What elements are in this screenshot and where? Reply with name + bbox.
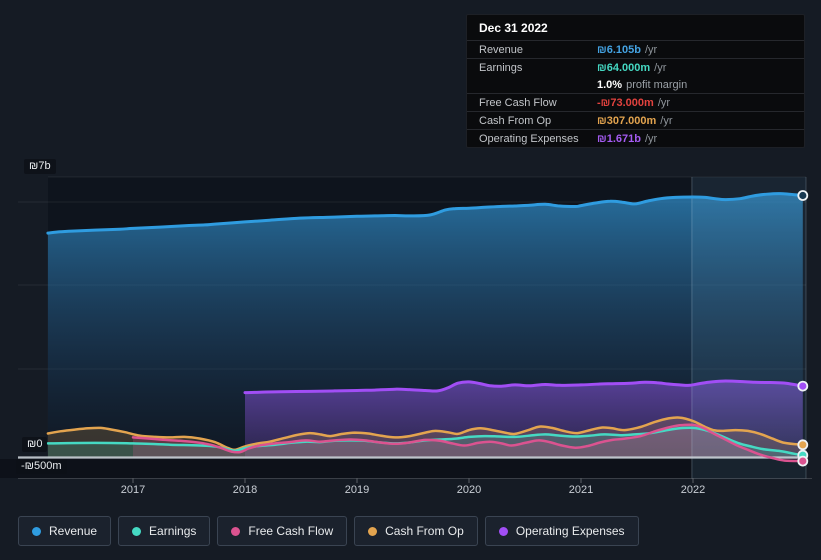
x-axis-label-2018: 2018 xyxy=(232,484,258,496)
free-cash-flow-end-marker xyxy=(797,455,809,467)
x-axis-label-2020: 2020 xyxy=(456,484,482,496)
tooltip-date: Dec 31 2022 xyxy=(467,15,804,41)
legend-item-operating-expenses[interactable]: Operating Expenses xyxy=(484,516,639,546)
selected-period-band xyxy=(691,177,806,479)
legend-label: Free Cash Flow xyxy=(248,524,334,538)
operating-expenses-end-marker xyxy=(797,380,809,392)
legend-label: Revenue xyxy=(49,524,98,538)
cash-from-op-end-marker xyxy=(797,439,809,451)
tooltip-label-revenue: Revenue xyxy=(479,43,524,56)
tooltip-value-cash-from-op: ₪307.000m xyxy=(597,114,657,127)
x-axis-label-2021: 2021 xyxy=(568,484,594,496)
legend-item-cash-from-op[interactable]: Cash From Op xyxy=(354,516,478,546)
tooltip-value-revenue: ₪6.105b xyxy=(597,43,641,56)
y-axis-label: ₪7b xyxy=(24,159,56,174)
legend-dot-icon xyxy=(32,526,41,536)
financials-chart-page: ₪7b ₪0 -₪500m 2017 2018 2019 2020 2021 2022 Dec… xyxy=(0,0,821,560)
legend-item-free-cash-flow[interactable]: Free Cash Flow xyxy=(217,516,348,546)
y-axis-label: -₪500m xyxy=(16,459,67,474)
tooltip-unit-earnings: /yr xyxy=(654,61,667,74)
legend-dot-icon xyxy=(132,526,142,536)
legend-label: Earnings xyxy=(149,524,197,538)
legend-dot-icon xyxy=(231,526,241,536)
legend-dot-icon xyxy=(368,526,378,536)
legend-item-revenue[interactable]: Revenue xyxy=(18,516,112,546)
negative-strip xyxy=(0,459,806,478)
tooltip-label-operating-expenses: Operating Expenses xyxy=(479,132,579,145)
tooltip-unit-revenue: /yr xyxy=(644,43,658,56)
tooltip-label-cash-from-op: Cash From Op xyxy=(479,114,552,127)
revenue-end-marker xyxy=(797,190,809,201)
legend-dot-icon xyxy=(498,526,508,536)
legend-item-earnings[interactable]: Earnings xyxy=(118,516,211,546)
tooltip-row-earnings: Earnings ₪64.000m /yr xyxy=(467,59,804,76)
legend-label: Operating Expenses xyxy=(515,524,625,538)
tooltip-unit-cash-from-op: /yr xyxy=(660,114,673,127)
tooltip-label-free-cash-flow: Free Cash Flow xyxy=(479,96,557,109)
tooltip-unit-operating-expenses: /yr xyxy=(644,132,658,145)
chart-legend: Revenue Earnings Free Cash Flow Cash From O… xyxy=(18,516,639,546)
x-axis-label-2022: 2022 xyxy=(680,484,706,496)
legend-label: Cash From Op xyxy=(385,524,464,538)
tooltip-value-operating-expenses: ₪1.671b xyxy=(597,132,641,145)
tooltip-unit-free-cash-flow: /yr xyxy=(657,96,671,109)
tooltip-row-revenue: Revenue ₪6.105b /yr xyxy=(467,41,804,59)
chart-tooltip: Dec 31 2022 Revenue ₪6.105b /yr Earnings… xyxy=(466,14,805,148)
tooltip-label-earnings: Earnings xyxy=(479,61,523,74)
tooltip-profit-margin-text: profit margin xyxy=(626,78,688,91)
x-axis-label-2019: 2019 xyxy=(344,484,370,496)
tooltip-row-free-cash-flow: Free Cash Flow -₪73.000m /yr xyxy=(467,94,804,112)
x-axis-label-2017: 2017 xyxy=(120,484,146,496)
tooltip-value-earnings: ₪64.000m xyxy=(597,61,651,74)
tooltip-row-profit-margin: 1.0% profit margin xyxy=(467,76,804,94)
tooltip-value-free-cash-flow: -₪73.000m xyxy=(597,96,654,109)
y-axis-label: ₪0 xyxy=(22,437,48,452)
tooltip-row-cash-from-op: Cash From Op ₪307.000m /yr xyxy=(467,112,804,130)
tooltip-row-operating-expenses: Operating Expenses ₪1.671b /yr xyxy=(467,130,804,147)
tooltip-profit-margin-value: 1.0% xyxy=(597,78,623,91)
